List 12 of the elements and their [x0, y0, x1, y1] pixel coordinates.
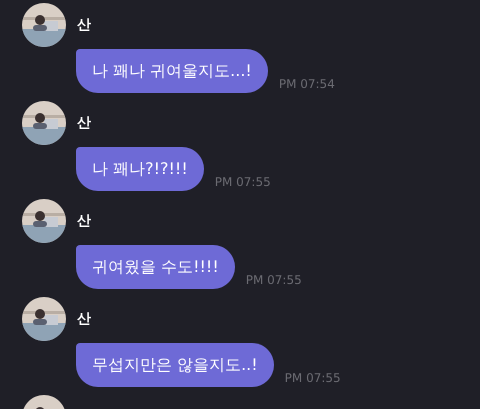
timestamp: PM 07:55 — [214, 175, 271, 189]
sender-name: 산 — [77, 212, 91, 230]
timestamp: PM 07:55 — [246, 273, 302, 287]
sender-name: 산 — [77, 310, 91, 328]
message-bubble: 나 꽤나?!?!!! — [76, 147, 204, 191]
timestamp: PM 07:55 — [284, 371, 341, 385]
message-bubble: 귀여웠을 수도!!!! — [76, 245, 235, 289]
timestamp: PM 07:54 — [278, 77, 335, 91]
sender-name: 산 — [77, 114, 91, 132]
message-bubble: 나 꽤나 귀여울지도...! — [76, 49, 268, 93]
sender-name: 산 — [77, 16, 91, 34]
message-bubble: 무섭지만은 않을지도..! — [76, 343, 274, 387]
